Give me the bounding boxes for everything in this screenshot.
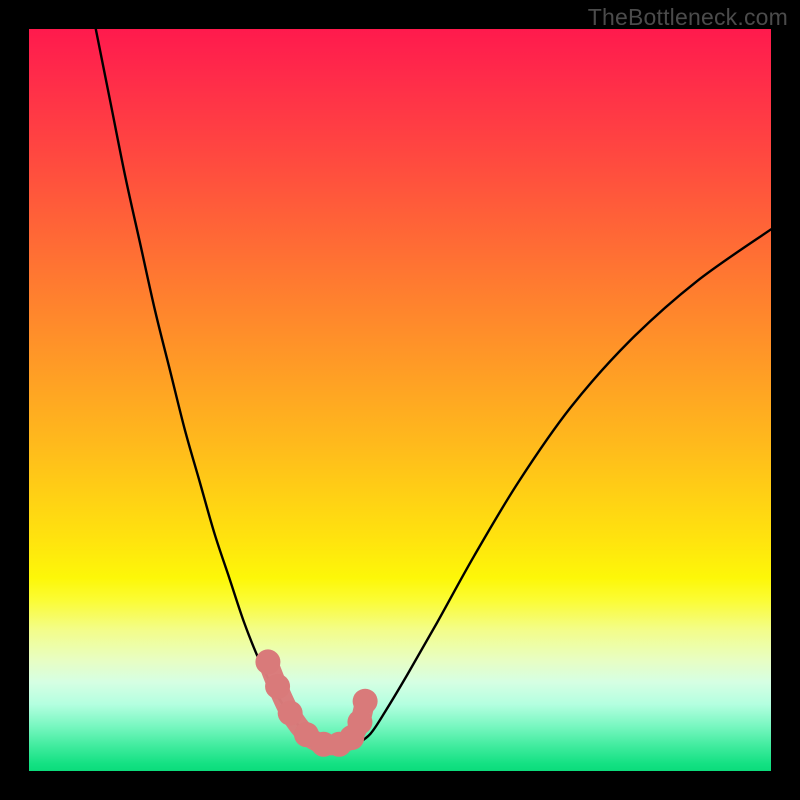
marker-dot [265, 674, 290, 699]
curve-layer [96, 29, 771, 746]
watermark-text: TheBottleneck.com [588, 4, 788, 31]
marker-layer [255, 649, 377, 756]
chart-svg [29, 29, 771, 771]
marker-dot [255, 649, 280, 674]
marker-dot [278, 701, 303, 726]
marker-dot [353, 689, 378, 714]
bottleneck-curve [96, 29, 771, 746]
chart-frame: TheBottleneck.com [0, 0, 800, 800]
marker-dot [347, 710, 372, 735]
plot-area [29, 29, 771, 771]
